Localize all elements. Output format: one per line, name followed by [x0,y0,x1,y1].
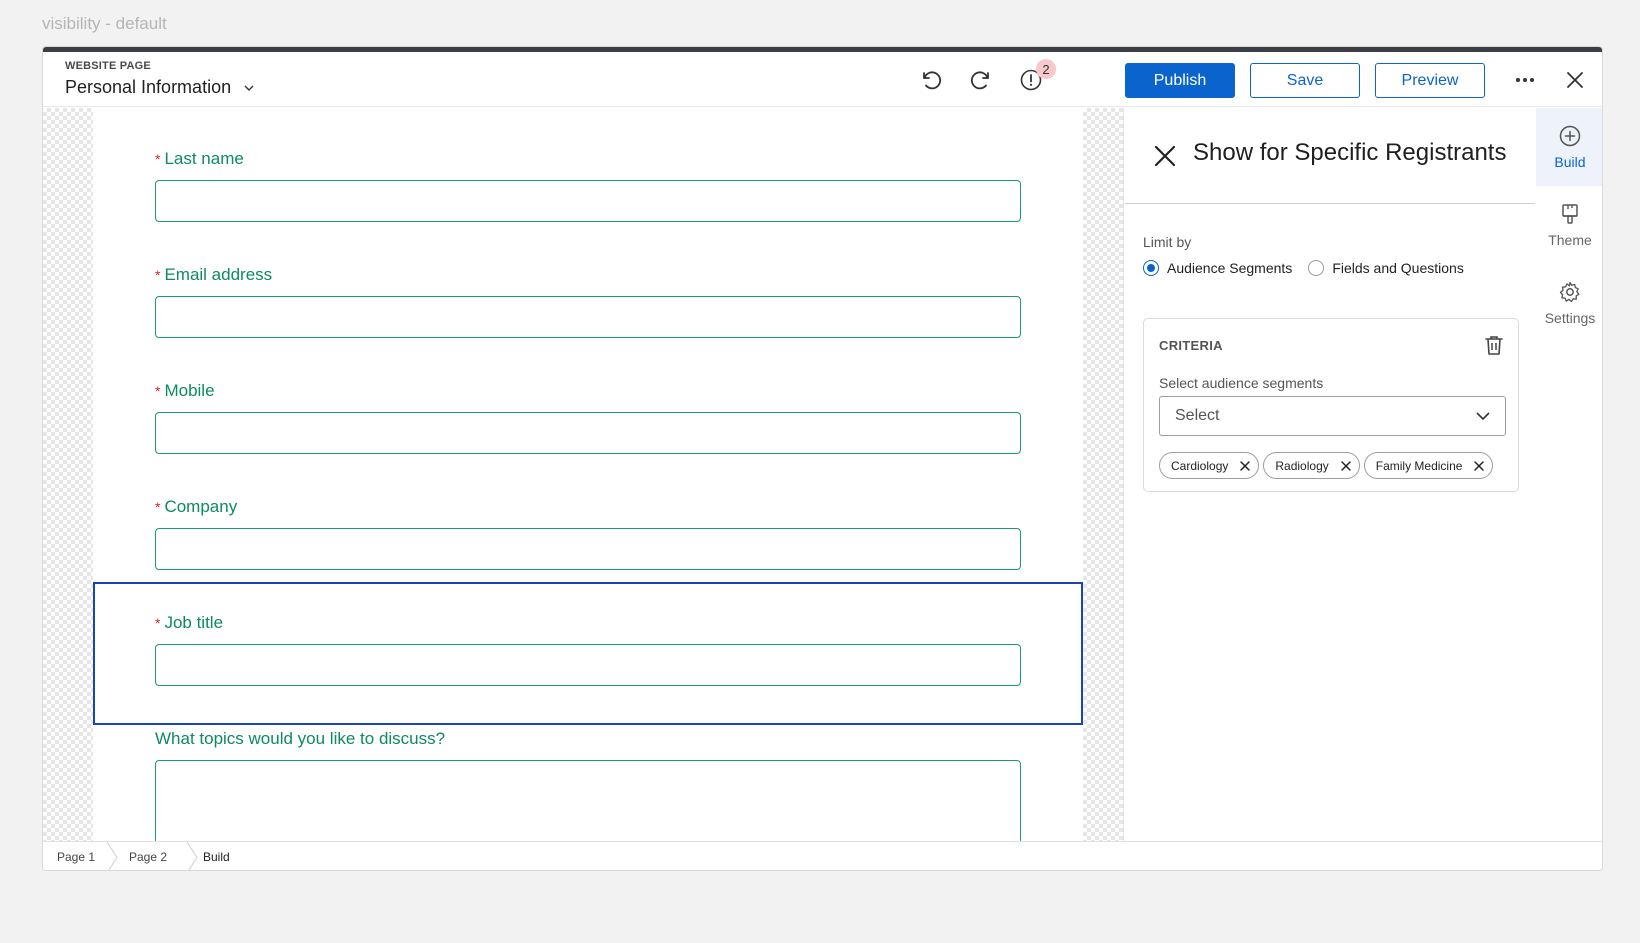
job-title-input[interactable] [155,644,1021,686]
field-job-title[interactable]: * Job title [155,612,1021,686]
right-rail: Build Theme Settings [1536,108,1602,841]
alerts-count-badge: 2 [1036,59,1056,79]
form-page: * Last name * Email address * Mobile * Compa… [93,108,1083,841]
field-mobile[interactable]: * Mobile [155,380,1021,454]
limit-by-label: Limit by [1143,234,1192,250]
plus-circle-icon [1559,125,1581,147]
field-label: What topics would you like to discuss? [155,729,446,748]
segment-tag: Cardiology [1159,452,1260,479]
radio-button[interactable] [1308,260,1325,276]
field-label: * Job title [155,613,224,632]
editor-header: WEBSITE PAGE Personal Information 2 Publ… [43,52,1602,107]
last-name-input[interactable] [155,180,1021,222]
required-marker: * [155,383,161,399]
rail-item-build[interactable]: Build [1536,108,1602,186]
breadcrumb-separator [106,841,118,870]
required-marker: * [155,151,161,167]
chevron-down-icon [1476,412,1490,421]
trash-icon[interactable] [1482,333,1506,357]
undo-icon [923,71,942,90]
panel-close-button[interactable] [1151,142,1179,170]
company-input[interactable] [155,528,1021,570]
segment-tag: Radiology [1263,452,1360,479]
segments-select[interactable]: Select [1159,396,1506,436]
radio-fields-and-questions[interactable]: Fields and Questions [1308,260,1464,276]
breadcrumb-build[interactable]: Build [199,842,230,871]
panel-title: Show for Specific Registrants [1193,139,1507,166]
gear-icon [1559,281,1580,303]
required-marker: * [155,615,161,631]
breadcrumb-page-1[interactable]: Page 1 [43,842,105,871]
required-marker: * [155,267,161,283]
limit-by-options: Audience Segments Fields and Questions [1143,260,1480,276]
preview-button[interactable]: Preview [1375,63,1485,98]
field-email-address[interactable]: * Email address [155,264,1021,338]
remove-tag-icon[interactable] [1238,459,1252,473]
rail-item-theme[interactable]: Theme [1536,186,1602,264]
visibility-panel: Show for Specific Registrants Limit by A… [1125,108,1535,841]
close-icon [1567,72,1583,88]
select-value: Select [1175,407,1220,424]
frame-caption: visibility - default [42,14,167,33]
topics-textarea[interactable] [155,760,1021,841]
remove-tag-icon[interactable] [1472,459,1486,473]
editor-window: WEBSITE PAGE Personal Information 2 Publ… [42,46,1603,871]
segment-tag: Family Medicine [1363,452,1494,479]
page-title: Personal Information [65,77,232,97]
criteria-card: CRITERIA Select audience segments Select… [1143,318,1519,492]
breadcrumb-separator [186,841,198,870]
undo-button[interactable] [916,65,946,95]
close-editor-button[interactable] [1560,65,1590,95]
more-horizontal-icon [1516,78,1534,82]
redo-icon [970,71,989,90]
selected-segments: Cardiology Radiology Family Medicine [1159,452,1494,479]
alerts-button[interactable]: 2 [1016,59,1056,95]
email-input[interactable] [155,296,1021,338]
save-button[interactable]: Save [1250,63,1360,98]
publish-button[interactable]: Publish [1125,63,1235,98]
paint-brush-icon [1562,204,1578,224]
remove-tag-icon[interactable] [1339,459,1353,473]
field-label: * Mobile [155,381,215,400]
breadcrumb-page-2[interactable]: Page 2 [119,842,185,871]
field-label: * Email address [155,265,273,284]
field-label: * Company [155,497,238,516]
radio-button-selected[interactable] [1143,260,1159,276]
page-type-label: WEBSITE PAGE [65,60,151,72]
mobile-input[interactable] [155,412,1021,454]
page-breadcrumb: Page 1 Page 2 Build [43,841,1602,871]
radio-audience-segments[interactable]: Audience Segments [1143,260,1292,276]
segments-label: Select audience segments [1159,375,1324,391]
criteria-title: CRITERIA [1159,338,1223,353]
field-topics[interactable]: What topics would you like to discuss? [155,728,1021,841]
field-company[interactable]: * Company [155,496,1021,570]
page-canvas: * Last name * Email address * Mobile * Compa… [43,108,1124,841]
page-selector[interactable]: Personal Information [65,77,255,98]
required-marker: * [155,499,161,515]
close-icon [1154,145,1176,167]
panel-header: Show for Specific Registrants [1125,108,1535,204]
chevron-down-icon [244,85,254,91]
rail-item-settings[interactable]: Settings [1536,264,1602,342]
more-options-button[interactable] [1510,65,1540,95]
field-label: * Last name [155,149,244,168]
field-last-name[interactable]: * Last name [155,148,1021,222]
redo-button[interactable] [966,65,996,95]
